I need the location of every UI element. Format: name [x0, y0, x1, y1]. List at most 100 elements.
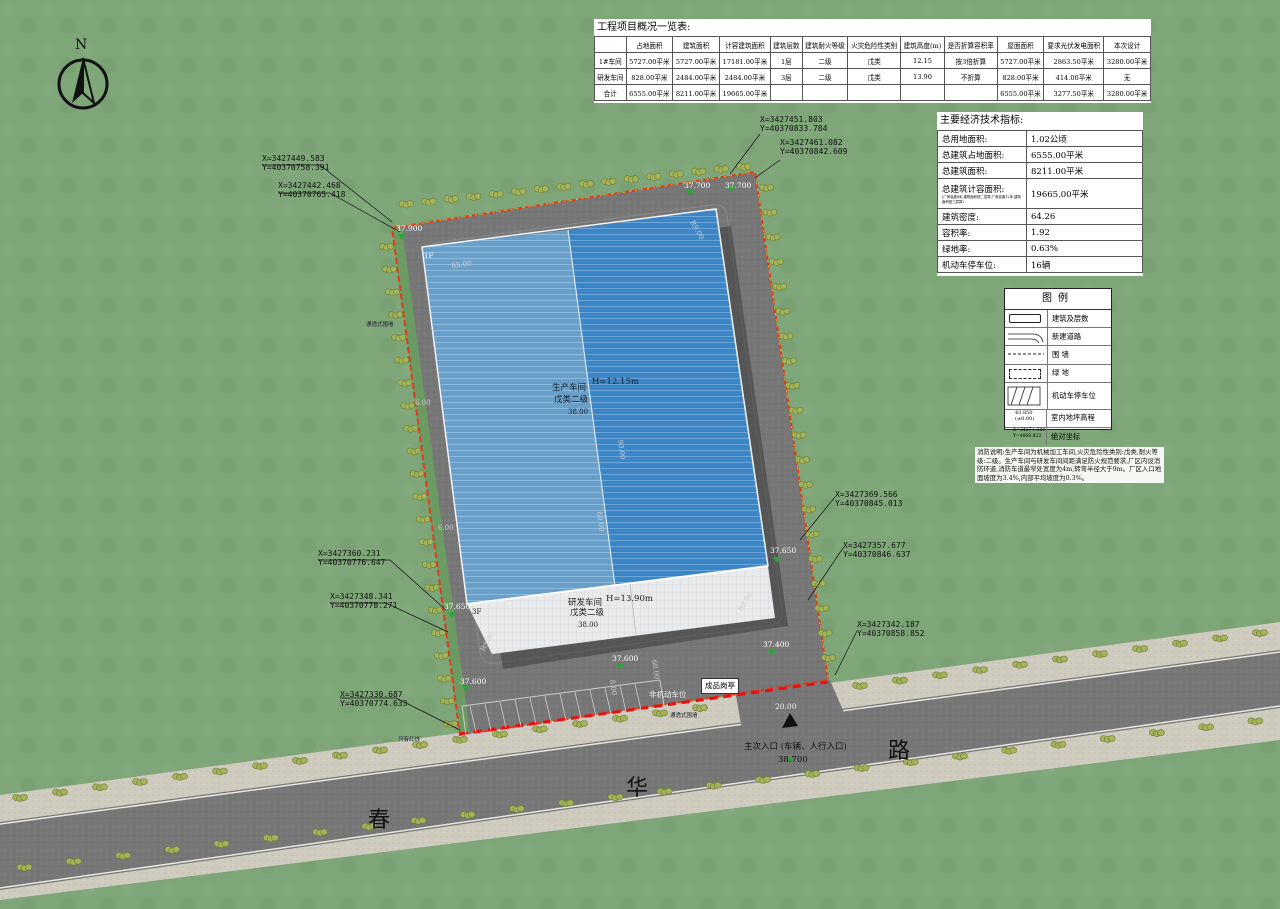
shrub: [517, 805, 525, 812]
shrub: [1180, 639, 1188, 647]
legend-row-coord: X=3427+.300 Y=4869.822 绝对坐标: [1005, 427, 1111, 446]
econ-value: 8211.00平米: [1026, 162, 1143, 179]
shrub: [429, 197, 437, 205]
project-cell: 828.00平米: [625, 68, 674, 85]
green-symbol-icon: [1009, 368, 1041, 379]
project-cell: 按3倍折算: [943, 52, 998, 69]
shrub: [451, 720, 458, 727]
main-workshop-floor: 1F: [424, 252, 433, 260]
shrub: [24, 863, 33, 871]
shrub: [793, 382, 800, 389]
project-cell: 2863.50平米: [1043, 52, 1105, 69]
shrub: [767, 184, 774, 191]
table-row: 总用地面积: 1.02公顷: [937, 130, 1143, 147]
rd-building-class: 戊类二级: [570, 607, 605, 618]
econ-label: 总用地面积:: [937, 130, 1027, 147]
coord-6: X=3427357.677 Y=40370846.637: [843, 541, 911, 559]
table-row: 总建筑占地面积: 6555.00平米: [937, 146, 1143, 163]
shrub: [435, 606, 443, 614]
dim-6: 6.00: [438, 524, 454, 532]
coord-10: X=3427330.687 Y=40370774.633: [340, 690, 408, 708]
legend-row-wall: 围 墙: [1005, 346, 1111, 365]
shrub: [910, 758, 919, 766]
project-header-cell: 建筑层数: [770, 36, 803, 53]
econ-label: 建筑密度:: [937, 208, 1027, 225]
shrub: [100, 783, 108, 791]
shrub: [1157, 729, 1165, 736]
elevation-symbol-icon: 43.850 (±0.00): [1005, 409, 1047, 427]
shrub: [763, 776, 771, 783]
shrub: [432, 583, 440, 591]
project-cell: 19665.00平米: [718, 84, 772, 101]
north-label: N: [75, 37, 87, 53]
shrub: [660, 709, 668, 717]
project-cell: 2484.00平米: [672, 68, 720, 85]
project-header-cell: 建筑高度(m): [900, 36, 945, 53]
elev-6: 37.600: [460, 677, 486, 686]
econ-table-body: 总用地面积: 1.02公顷 总建筑占地面积: 6555.00平米 总建筑面积: 8211.…: [937, 130, 1143, 273]
table-row: 绿地率: 0.63%: [937, 240, 1143, 257]
project-cell: 5727.00平米: [625, 52, 674, 69]
project-header-cell: 计容建筑面积: [718, 36, 772, 53]
shrub: [448, 697, 455, 705]
entrance-label: 主次入口 (车辆、人行入口): [744, 741, 847, 752]
shrub: [320, 828, 328, 836]
parking-symbol-icon: [1007, 386, 1041, 406]
rd-building-floor: 3F: [472, 608, 481, 616]
main-workshop-label: 生产车间: [552, 382, 586, 393]
shrub: [609, 177, 617, 185]
shrub: [390, 265, 397, 273]
econ-label: 容积率:: [937, 224, 1027, 241]
shrub: [566, 799, 575, 807]
rd-building-label: 研发车间: [568, 597, 602, 608]
shrub: [812, 770, 821, 777]
shrub: [496, 190, 504, 198]
table-row: 机动车停车位: 16辆: [937, 256, 1143, 273]
project-header-cell: 屋面面积: [996, 36, 1045, 53]
shrub: [260, 762, 268, 770]
shrub: [564, 182, 572, 190]
shrub: [417, 470, 425, 477]
econ-label: 绿地率:: [937, 240, 1027, 257]
coord-7: X=3427360.231 Y=40370776.647: [318, 549, 386, 567]
shrub: [399, 333, 407, 341]
project-cell: 二级: [801, 68, 849, 85]
project-cell: 不折算: [943, 68, 998, 85]
coord-symbol-icon: X=3427+.300 Y=4869.822: [1005, 427, 1047, 446]
project-cell: 828.00平米: [996, 68, 1045, 85]
project-header-cell: 火灾危险性类别: [847, 36, 902, 53]
project-cell: 合计: [594, 84, 627, 101]
economic-indicators-table: 主要经济技术指标: 总用地面积: 1.02公顷 总建筑占地面积: 6555.00平米总…: [937, 112, 1143, 276]
elev-7: 37.600: [612, 654, 638, 663]
shrub: [790, 357, 797, 364]
shrub: [411, 424, 419, 432]
project-cell: 414.00平米: [1043, 68, 1105, 85]
coord-4: X=3427461.082 Y=40370842.609: [780, 138, 848, 156]
project-cell: 二级: [801, 52, 849, 69]
shrub: [423, 515, 431, 523]
shrub: [429, 561, 437, 568]
shrub: [631, 175, 639, 183]
project-cell: 1层: [770, 52, 803, 69]
shrub: [664, 787, 673, 795]
econ-value: 64.26: [1026, 208, 1143, 225]
shrub: [829, 654, 836, 661]
shrub: [803, 456, 810, 463]
road-char-1: 春: [368, 808, 390, 833]
shrub: [780, 283, 787, 290]
shrub: [420, 493, 428, 500]
shrub: [721, 165, 729, 173]
project-table-header: 占地面积 建筑面积 计容建筑面积 建筑层数 建筑耐火等级 火灾危险性类别 建筑高度(m) 是否…: [594, 36, 1151, 53]
shrub: [825, 629, 833, 637]
shrub: [809, 505, 817, 513]
coord-9: X=3427342.187 Y=40370858.852: [857, 620, 925, 638]
shrub: [172, 846, 181, 853]
shrub: [396, 311, 404, 318]
shrub: [654, 172, 662, 180]
elev-2: 37.700: [684, 181, 710, 190]
shrub: [340, 751, 348, 759]
table-row: 总建筑计容面积: (厂房高度8米,建筑面积按二层算;厂房高度12米,建筑面积按三层…: [937, 178, 1143, 209]
shrub: [700, 704, 708, 711]
project-cell: 13.90: [900, 68, 945, 85]
project-cell: 12.15: [900, 52, 945, 69]
